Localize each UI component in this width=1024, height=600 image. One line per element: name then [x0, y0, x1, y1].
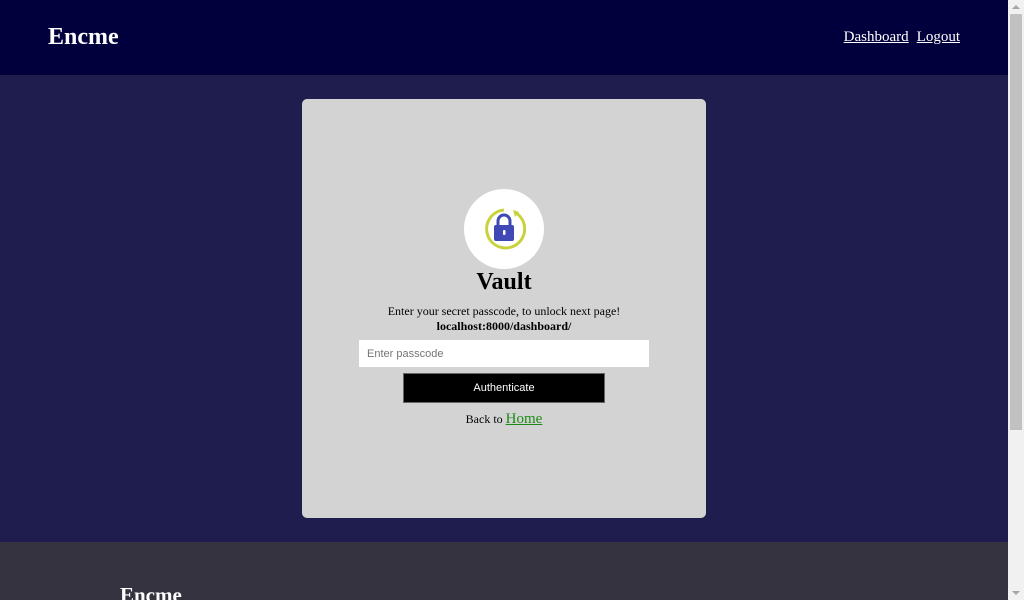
vault-instruction: Enter your secret passcode, to unlock ne… — [387, 304, 621, 318]
footer-brand: Encme — [120, 583, 182, 600]
nav-link-dashboard[interactable]: Dashboard — [844, 28, 909, 46]
vertical-scrollbar[interactable] — [1008, 0, 1024, 600]
brand-logo[interactable]: Encme — [48, 22, 119, 52]
main-content: Vault Enter your secret passcode, to unl… — [0, 75, 1008, 542]
passcode-input[interactable] — [359, 340, 649, 367]
scroll-down-arrow-icon[interactable] — [1008, 586, 1024, 600]
scrollbar-thumb[interactable] — [1010, 14, 1022, 430]
top-navbar: Encme Dashboard Logout — [0, 0, 1008, 75]
lock-refresh-icon — [485, 208, 526, 250]
nav-link-logout[interactable]: Logout — [917, 28, 960, 46]
back-to-home: Back to Home — [302, 410, 706, 428]
back-prefix-text: Back to — [465, 412, 503, 426]
target-url: localhost:8000/dashboard/ — [436, 319, 572, 333]
nav-links: Dashboard Logout — [844, 28, 960, 46]
lock-icon-badge — [464, 189, 544, 269]
vault-card: Vault Enter your secret passcode, to unl… — [302, 99, 706, 518]
authenticate-button[interactable]: Authenticate — [403, 373, 605, 403]
footer: Encme — [0, 542, 1008, 600]
scroll-up-arrow-icon[interactable] — [1008, 0, 1024, 14]
page: Encme Dashboard Logout Vault Enter your … — [0, 0, 1008, 600]
home-link[interactable]: Home — [506, 411, 543, 427]
vault-title: Vault — [476, 269, 532, 295]
